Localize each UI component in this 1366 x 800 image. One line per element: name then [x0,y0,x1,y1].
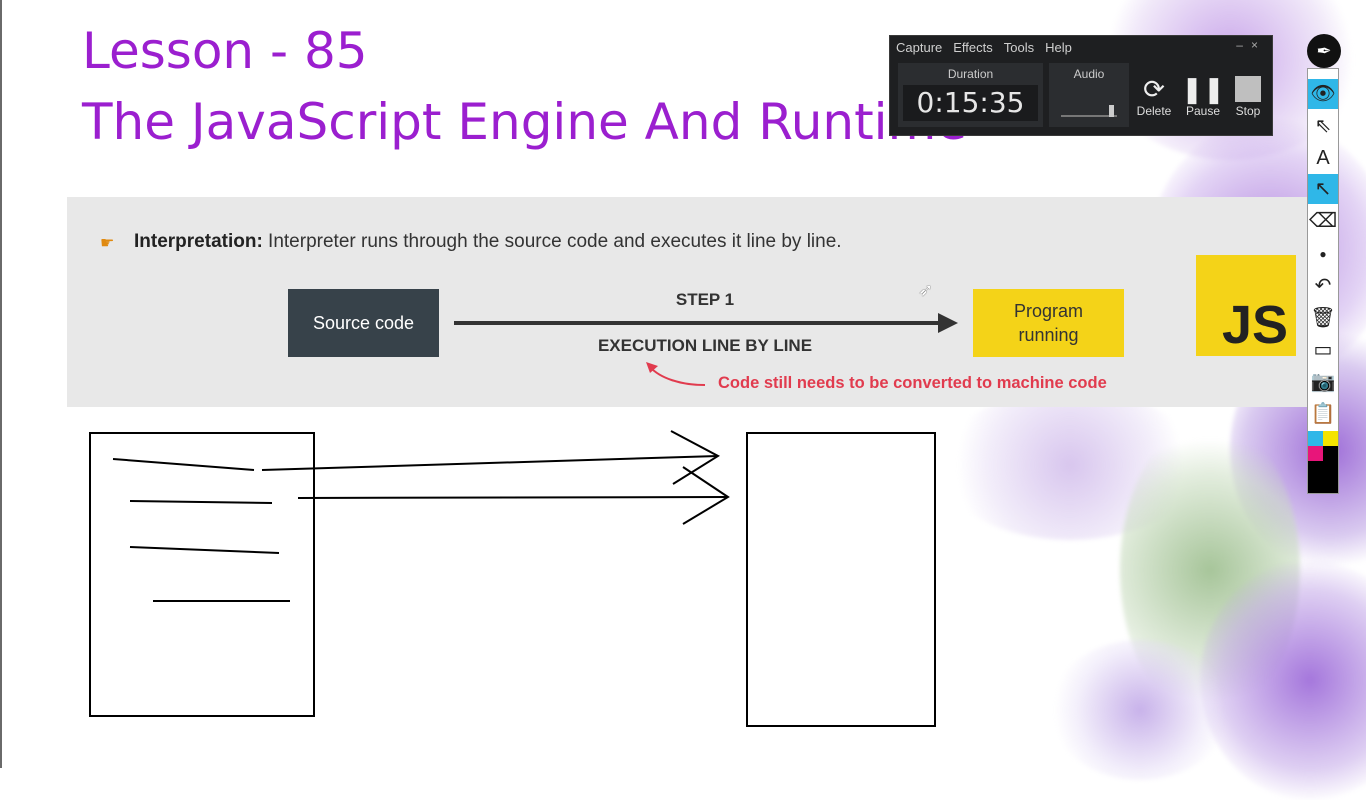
dot-size-icon[interactable]: ● [1308,239,1338,269]
hand-arrow-2-line [297,496,729,499]
hand-drawn-source-rect [89,432,315,717]
color-swatch-black[interactable] [1323,446,1338,461]
hand-drawn-output-rect [746,432,936,727]
code-line-2 [129,500,273,504]
note-arrow-curve [649,366,706,386]
code-line-1 [112,458,255,471]
pause-label: Pause [1185,104,1221,118]
pen-logo-icon[interactable]: ✒ [1307,34,1341,68]
recorder-widget: Capture Effects Tools Help –× Duration 0… [889,35,1273,136]
board-icon[interactable]: ▭ [1308,335,1338,365]
eye-icon[interactable]: 👁 [1308,79,1338,109]
current-color-swatch[interactable] [1308,461,1338,493]
stop-label: Stop [1235,104,1261,118]
undo-icon[interactable]: ↶ [1308,271,1338,301]
select-arrow-icon[interactable]: ⇖ [1308,111,1338,141]
restart-icon: ⟳ [1143,74,1165,104]
delete-button[interactable]: ⟳ Delete [1130,74,1178,118]
color-swatch-cyan[interactable] [1308,431,1323,446]
mouse-cursor-icon: ➶ [918,280,934,300]
eraser-icon[interactable]: ⌫ [1308,206,1338,236]
duration-label: Duration [947,67,994,81]
clipboard-icon[interactable]: 📋 [1308,399,1338,429]
color-swatch-yellow[interactable] [1323,431,1338,446]
text-icon[interactable]: A [1308,143,1338,173]
color-swatch-magenta[interactable] [1308,446,1323,461]
hand-arrow-1-line [261,455,719,471]
menu-help[interactable]: Help [1045,40,1072,55]
camera-icon[interactable]: 📷 [1308,367,1338,397]
menu-capture[interactable]: Capture [896,40,942,55]
recorder-window-controls: –× [1236,38,1266,52]
pause-button[interactable]: ❚❚ Pause [1179,74,1227,118]
minimize-button[interactable]: – [1236,38,1251,52]
recorder-menu: Capture Effects Tools Help [896,40,1072,55]
duration-value: 0:15:35 [903,85,1038,121]
menu-tools[interactable]: Tools [1004,40,1034,55]
trash-icon[interactable]: 🗑 [1308,303,1338,333]
close-button[interactable]: × [1251,38,1266,52]
audio-panel: Audio [1049,63,1129,127]
code-line-3 [129,546,280,554]
audio-label: Audio [1073,67,1105,81]
duration-panel: Duration 0:15:35 [898,63,1043,127]
step-arrow-head [938,313,958,333]
delete-label: Delete [1136,104,1172,118]
arrow-draw-icon[interactable]: ↖ [1308,174,1338,204]
stop-icon [1235,76,1261,102]
stop-button[interactable]: Stop [1224,74,1272,118]
pause-icon: ❚❚ [1181,74,1225,104]
audio-level-slider[interactable] [1109,105,1114,117]
hand-arrow-2-head [682,466,730,525]
menu-effects[interactable]: Effects [953,40,993,55]
annotation-toolbar: 👁 ⇖ A ↖ ⌫ ● ↶ 🗑 ▭ 📷 📋 [1307,68,1339,494]
